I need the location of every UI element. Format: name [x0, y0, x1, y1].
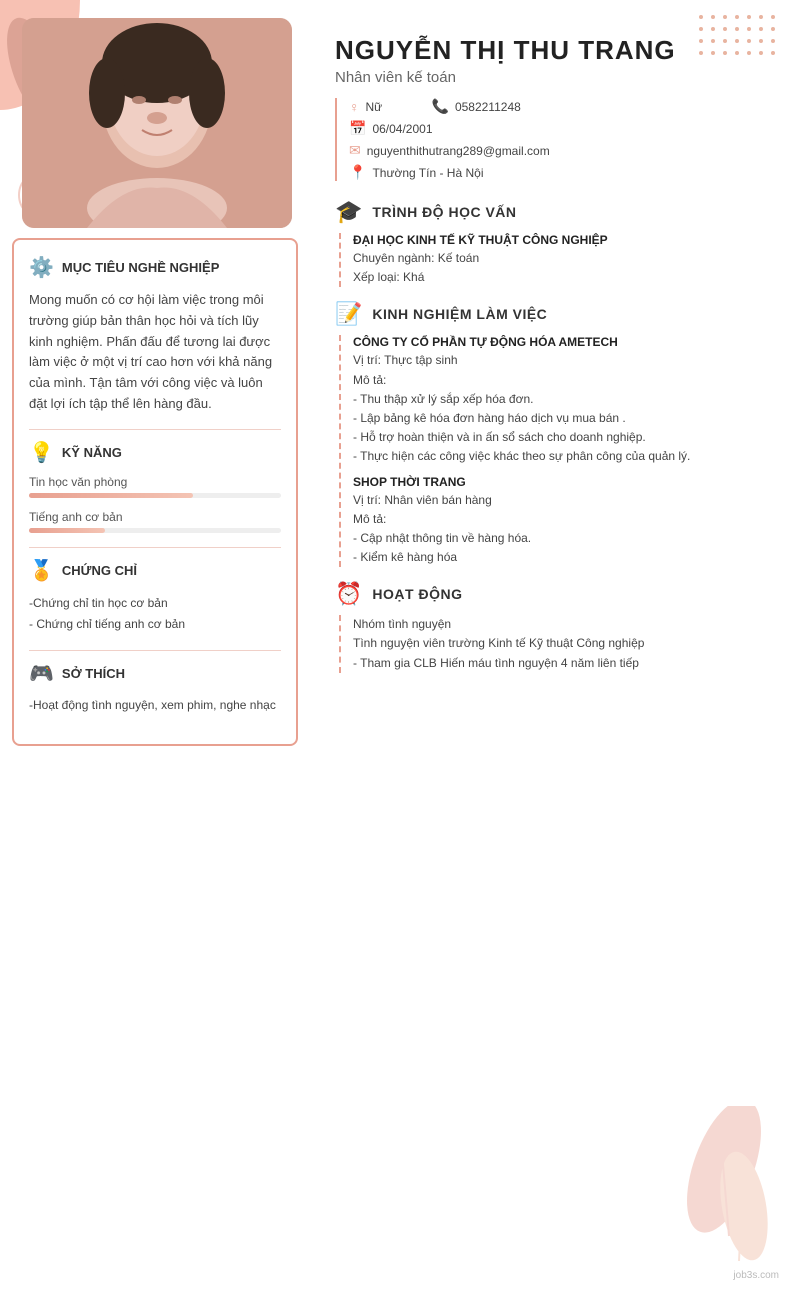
- activities-icon: ⏰: [335, 581, 362, 607]
- right-column: NGUYỄN THỊ THU TRANG Nhân viên kế toán ♀…: [310, 0, 794, 1291]
- desc-0-0: - Thu thập xử lý sắp xếp hóa đơn.: [353, 390, 774, 409]
- cert-icon: 🏅: [29, 558, 54, 583]
- school-name: ĐẠI HỌC KINH TẾ KỸ THUẬT CÔNG NGHIỆP: [353, 233, 774, 247]
- gender-value: Nữ: [366, 100, 426, 114]
- experience-body: CÔNG TY CỔ PHẦN TỰ ĐỘNG HÓA AMETECH Vị t…: [339, 335, 774, 567]
- contact-block: ♀ Nữ 📞 0582211248 📅 06/04/2001 ✉ nguyent…: [335, 98, 774, 181]
- address-value: Thường Tín - Hà Nội: [372, 166, 483, 180]
- desc-1-0: - Cập nhật thông tin về hàng hóa.: [353, 529, 774, 548]
- position-0: Vị trí: Thực tập sinh: [353, 351, 774, 370]
- objective-section: ⚙️ MỤC TIÊU NGHỀ NGHIỆP Mong muốn có cơ …: [29, 255, 281, 415]
- hobbies-section: 🎮 SỞ THÍCH -Hoạt động tình nguyện, xem p…: [29, 661, 281, 715]
- education-icon: 🎓: [335, 199, 362, 225]
- skills-section: 💡 KỸ NĂNG Tin học văn phòng Tiếng anh cơ…: [29, 440, 281, 533]
- experience-section: 📝 KINH NGHIỆM LÀM VIỆC CÔNG TY CỔ PHẦN T…: [335, 301, 774, 567]
- objective-title: ⚙️ MỤC TIÊU NGHỀ NGHIỆP: [29, 255, 281, 280]
- education-section: 🎓 TRÌNH ĐỘ HỌC VẤN ĐẠI HỌC KINH TẾ KỸ TH…: [335, 199, 774, 287]
- photo-container: [22, 18, 292, 228]
- education-header: 🎓 TRÌNH ĐỘ HỌC VẤN: [335, 199, 774, 225]
- job-1: SHOP THỜI TRANG Vị trí: Nhân viên bán hà…: [353, 475, 774, 568]
- skill-bar-fill-0: [29, 493, 193, 498]
- skill-bar-bg-0: [29, 493, 281, 498]
- rank-line: Xếp loại: Khá: [353, 268, 774, 287]
- skills-title: 💡 KỸ NĂNG: [29, 440, 281, 465]
- desc-label-0: Mô tả:: [353, 371, 774, 390]
- phone-value: 0582211248: [455, 100, 521, 114]
- skill-bar-bg-1: [29, 528, 281, 533]
- contact-dob: 📅 06/04/2001: [349, 120, 774, 137]
- skills-icon: 💡: [29, 440, 54, 465]
- desc-1-1: - Kiểm kê hàng hóa: [353, 548, 774, 567]
- activity-2: - Tham gia CLB Hiến máu tình nguyện 4 nă…: [353, 654, 774, 673]
- activity-1: Tình nguyện viên trường Kinh tế Kỹ thuật…: [353, 634, 774, 653]
- job-title: Nhân viên kế toán: [335, 69, 774, 86]
- education-title: TRÌNH ĐỘ HỌC VẤN: [372, 204, 516, 220]
- dot-grid: [699, 15, 779, 59]
- watermark: job3s.com: [733, 1270, 779, 1281]
- skill-item-0: Tin học văn phòng: [29, 475, 281, 498]
- hobbies-content: -Hoạt động tình nguyện, xem phim, nghe n…: [29, 696, 281, 715]
- certificates-title: 🏅 CHỨNG CHỈ: [29, 558, 281, 583]
- job-0: CÔNG TY CỔ PHẦN TỰ ĐỘNG HÓA AMETECH Vị t…: [353, 335, 774, 466]
- left-card: ⚙️ MỤC TIÊU NGHỀ NGHIỆP Mong muốn có cơ …: [12, 238, 298, 746]
- deco-leaf-bottom: [664, 1106, 784, 1271]
- contact-address: 📍 Thường Tín - Hà Nội: [349, 164, 774, 181]
- photo-placeholder: [22, 18, 292, 228]
- activities-title: HOẠT ĐỘNG: [372, 586, 462, 602]
- dob-value: 06/04/2001: [372, 122, 432, 136]
- phone-icon: 📞: [432, 98, 449, 115]
- experience-title: KINH NGHIỆM LÀM VIỆC: [372, 306, 547, 322]
- education-body: ĐẠI HỌC KINH TẾ KỸ THUẬT CÔNG NGHIỆP Chu…: [339, 233, 774, 287]
- location-icon: 📍: [349, 164, 366, 181]
- activities-body: Nhóm tình nguyện Tình nguyện viên trường…: [339, 615, 774, 673]
- activities-header: ⏰ HOẠT ĐỘNG: [335, 581, 774, 607]
- calendar-icon: 📅: [349, 120, 366, 137]
- email-icon: ✉: [349, 142, 361, 159]
- desc-0-3: - Thực hiện các công việc khác theo sự p…: [353, 447, 774, 466]
- position-1: Vị trí: Nhân viên bán hàng: [353, 491, 774, 510]
- desc-0-2: - Hỗ trợ hoàn thiện và in ấn sổ sách cho…: [353, 428, 774, 447]
- activities-section: ⏰ HOẠT ĐỘNG Nhóm tình nguyện Tình nguyện…: [335, 581, 774, 673]
- objective-content: Mong muốn có cơ hội làm việc trong môi t…: [29, 290, 281, 415]
- desc-0-1: - Lập bảng kê hóa đơn hàng háo dịch vụ m…: [353, 409, 774, 428]
- cert-item-1: - Chứng chỉ tiếng anh cơ bản: [29, 614, 281, 636]
- certificates-section: 🏅 CHỨNG CHỈ -Chứng chỉ tin học cơ bản - …: [29, 558, 281, 636]
- hobby-icon: 🎮: [29, 661, 54, 686]
- desc-label-1: Mô tả:: [353, 510, 774, 529]
- contact-gender-phone: ♀ Nữ 📞 0582211248: [349, 98, 774, 115]
- company-0: CÔNG TY CỔ PHẦN TỰ ĐỘNG HÓA AMETECH: [353, 335, 774, 349]
- hobbies-title: 🎮 SỞ THÍCH: [29, 661, 281, 686]
- gender-icon: ♀: [349, 99, 360, 115]
- experience-icon: 📝: [335, 301, 362, 327]
- major-line: Chuyên ngành: Kế toán: [353, 249, 774, 268]
- contact-email: ✉ nguyenthithutrang289@gmail.com: [349, 142, 774, 159]
- experience-header: 📝 KINH NGHIỆM LÀM VIỆC: [335, 301, 774, 327]
- company-1: SHOP THỜI TRANG: [353, 475, 774, 489]
- cert-item-0: -Chứng chỉ tin học cơ bản: [29, 593, 281, 615]
- email-value: nguyenthithutrang289@gmail.com: [367, 144, 550, 158]
- activity-0: Nhóm tình nguyện: [353, 615, 774, 634]
- skill-item-1: Tiếng anh cơ bản: [29, 510, 281, 533]
- skill-bar-fill-1: [29, 528, 105, 533]
- objective-icon: ⚙️: [29, 255, 54, 280]
